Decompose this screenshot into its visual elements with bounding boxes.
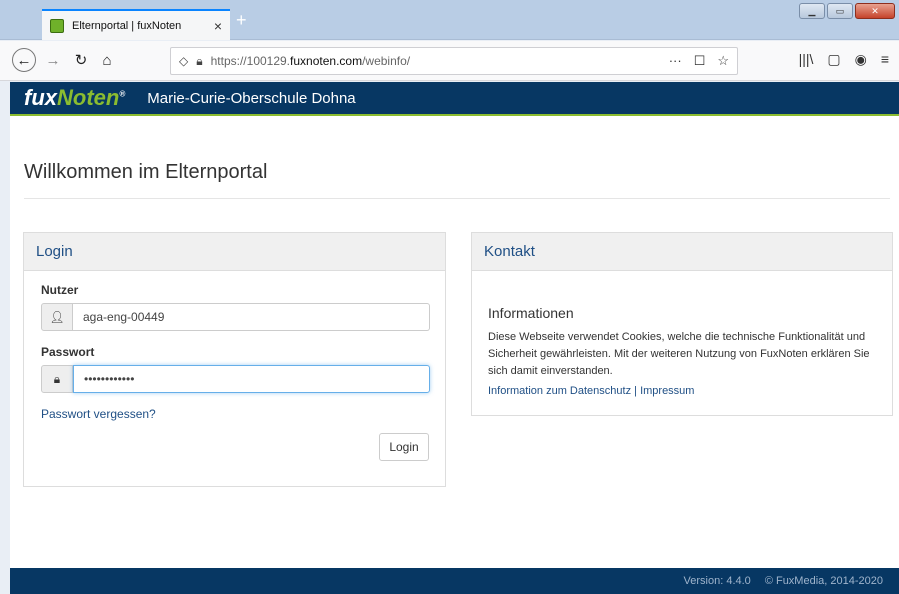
- toolbar-right: |||\ ▢ ◉ ≡: [799, 51, 889, 68]
- reload-icon[interactable]: ↻: [70, 49, 92, 71]
- password-label: Passwort: [41, 345, 95, 359]
- login-heading: Login: [24, 233, 445, 271]
- forgot-password-link[interactable]: Passwort vergessen?: [41, 407, 156, 421]
- info-title: Informationen: [488, 305, 574, 321]
- maximize-button[interactable]: ▭: [827, 3, 853, 19]
- menu-icon[interactable]: ≡: [881, 51, 889, 68]
- home-icon[interactable]: ⌂: [96, 49, 118, 71]
- close-window-button[interactable]: ✕: [855, 3, 895, 19]
- kontakt-panel: Kontakt Informationen Diese Webseite ver…: [471, 232, 893, 416]
- new-tab-button[interactable]: +: [236, 10, 247, 31]
- page-actions-icon[interactable]: ···: [669, 53, 682, 69]
- favicon-icon: [50, 18, 64, 33]
- user-icon: 👤︎: [41, 303, 73, 331]
- link-separator: |: [631, 385, 641, 397]
- sidebar-icon[interactable]: ▢: [827, 51, 840, 68]
- login-panel: Login Nutzer 👤︎ aga-eng-00449 Passwort 🔒…: [23, 232, 446, 487]
- user-label: Nutzer: [41, 283, 79, 297]
- url-bar[interactable]: ◇ 🔒︎ https://100129.fuxnoten.com/webinfo…: [170, 47, 738, 75]
- browser-tabbar: Elternportal | fuxNoten × + ▁ ▭ ✕: [0, 0, 899, 40]
- login-button[interactable]: Login: [379, 433, 429, 461]
- lock-icon[interactable]: 🔒︎: [196, 54, 202, 69]
- window-controls: ▁ ▭ ✕: [799, 3, 895, 19]
- info-text: Diese Webseite verwendet Cookies, welche…: [488, 331, 870, 377]
- logo-fux: fux: [24, 85, 57, 110]
- privacy-link[interactable]: Information zum Datenschutz: [488, 385, 631, 397]
- library-icon[interactable]: |||\: [799, 51, 814, 68]
- url-actions: ··· ☐ ☆: [669, 53, 729, 69]
- user-input-group: 👤︎ aga-eng-00449: [41, 303, 430, 331]
- site-header: fuxNoten® Marie-Curie-Oberschule Dohna: [10, 82, 899, 116]
- page-content: Willkommen im Elternportal Login Nutzer …: [10, 116, 899, 568]
- copyright-text: © FuxMedia, 2014-2020: [764, 575, 883, 587]
- version-text: Version: 4.4.0: [683, 575, 751, 587]
- browser-navbar: ← → ↻ ⌂ ◇ 🔒︎ https://100129.fuxnoten.com…: [0, 41, 899, 81]
- bookmark-star-icon[interactable]: ☆: [717, 53, 729, 69]
- logo-noten: Noten: [57, 85, 120, 110]
- lock-icon: 🔒︎: [41, 365, 73, 393]
- url-domain: fuxnoten.com: [290, 54, 363, 68]
- logo-reg: ®: [119, 89, 126, 99]
- password-input[interactable]: ••••••••••••: [73, 365, 430, 393]
- kontakt-heading: Kontakt: [472, 233, 892, 271]
- footer: Version: 4.4.0 © FuxMedia, 2014-2020: [10, 568, 899, 594]
- forward-icon[interactable]: →: [42, 49, 64, 71]
- tab-close-icon[interactable]: ×: [214, 18, 222, 34]
- divider: [24, 198, 890, 199]
- info-links: Information zum Datenschutz | Impressum: [488, 385, 694, 397]
- shield-icon[interactable]: ◇: [179, 54, 188, 68]
- back-icon[interactable]: ←: [12, 48, 36, 72]
- url-prefix: https://100129.: [210, 54, 291, 68]
- username-input[interactable]: aga-eng-00449: [73, 303, 430, 331]
- school-name: Marie-Curie-Oberschule Dohna: [147, 89, 356, 107]
- account-icon[interactable]: ◉: [855, 51, 867, 68]
- impressum-link[interactable]: Impressum: [640, 385, 694, 397]
- url-path: /webinfo/: [362, 54, 411, 68]
- fuxnoten-logo[interactable]: fuxNoten®: [24, 85, 125, 111]
- page-title: Willkommen im Elternportal: [24, 161, 268, 183]
- pocket-icon[interactable]: ☐: [694, 53, 706, 69]
- minimize-button[interactable]: ▁: [799, 3, 825, 19]
- tab-title: Elternportal | fuxNoten: [72, 19, 182, 32]
- password-input-group: 🔒︎ ••••••••••••: [41, 365, 430, 393]
- browser-tab[interactable]: Elternportal | fuxNoten ×: [42, 9, 230, 40]
- url-text[interactable]: https://100129.fuxnoten.com/webinfo/: [211, 54, 669, 68]
